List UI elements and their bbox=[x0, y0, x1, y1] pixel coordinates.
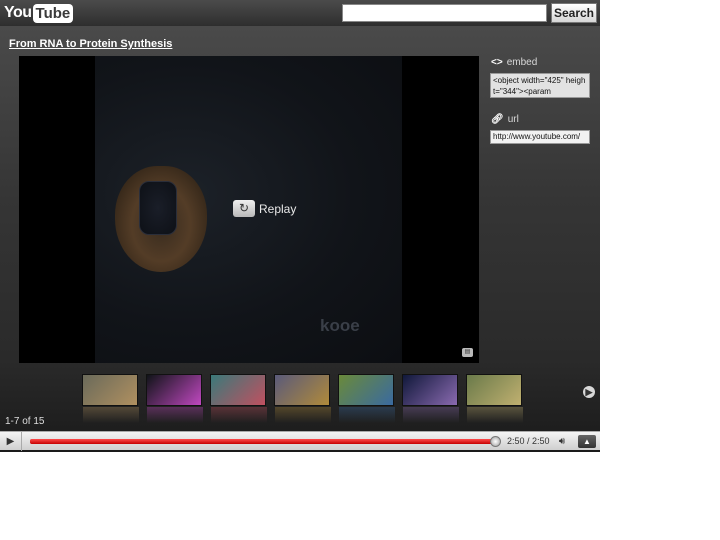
replay-icon: ↻ bbox=[233, 200, 255, 217]
thumbnail-reflection bbox=[339, 407, 395, 423]
top-bar: You Tube Search bbox=[0, 0, 600, 26]
video-title-link[interactable]: From RNA to Protein Synthesis bbox=[9, 38, 172, 50]
volume-icon[interactable]: 🔊︎ bbox=[553, 435, 571, 448]
thumbnail-7[interactable] bbox=[466, 374, 523, 423]
search-input[interactable] bbox=[342, 4, 547, 22]
play-button[interactable]: ▶ bbox=[0, 432, 22, 451]
replay-label: Replay bbox=[259, 201, 297, 216]
logo-tube: Tube bbox=[32, 3, 74, 23]
url-field[interactable]: http://www.youtube.com/ bbox=[490, 130, 590, 144]
thumbnail-reflection bbox=[275, 407, 331, 423]
url-label: url bbox=[507, 114, 519, 125]
search-button[interactable]: Search bbox=[551, 3, 597, 23]
control-bar: ▶ 2:50 / 2:50 🔊︎ ▲ bbox=[0, 431, 600, 451]
thumbnail-reflection bbox=[211, 407, 267, 423]
youtube-logo[interactable]: You Tube bbox=[4, 2, 74, 24]
code-icon: <> bbox=[491, 57, 503, 68]
url-heading: 🔗︎ url bbox=[491, 114, 519, 125]
next-arrow-icon[interactable]: ▶ bbox=[583, 386, 595, 398]
thumbnail-1[interactable] bbox=[82, 374, 139, 423]
thumbnail-4[interactable] bbox=[274, 374, 331, 423]
embed-label: embed bbox=[506, 57, 538, 68]
logo-you: You bbox=[4, 4, 32, 21]
progress-bar[interactable] bbox=[30, 436, 501, 447]
caption-icon[interactable]: ▤ bbox=[462, 348, 473, 357]
thumbnail-6[interactable] bbox=[402, 374, 459, 423]
channel-watermark: kooe bbox=[320, 316, 360, 335]
progress-handle[interactable] bbox=[490, 436, 501, 447]
thumbnail-reflection bbox=[467, 407, 523, 423]
related-videos-strip bbox=[82, 374, 532, 424]
thumbnail-reflection bbox=[403, 407, 459, 423]
related-count: 1-7 of 15 bbox=[5, 416, 45, 427]
embed-code-field[interactable]: <object width="425" height="344"><param bbox=[490, 73, 590, 98]
fullscreen-icon[interactable]: ▲ bbox=[578, 435, 596, 448]
play-icon: ▶ bbox=[6, 436, 15, 447]
time-display: 2:50 / 2:50 bbox=[507, 436, 550, 446]
thumbnail-reflection bbox=[147, 407, 203, 423]
progress-fill bbox=[30, 439, 496, 444]
thumbnail-reflection bbox=[83, 407, 139, 423]
link-icon: 🔗︎ bbox=[491, 114, 504, 125]
embed-heading: <> embed bbox=[491, 57, 537, 68]
thumbnail-2[interactable] bbox=[146, 374, 203, 423]
replay-button[interactable]: ↻ Replay bbox=[233, 200, 296, 217]
thumbnail-5[interactable] bbox=[338, 374, 395, 423]
video-player: You Tube Search From RNA to Protein Synt… bbox=[0, 0, 600, 452]
video-screen[interactable]: kooe ↻ Replay ▤ bbox=[19, 56, 479, 363]
ribosome-core-image bbox=[139, 181, 177, 235]
thumbnail-3[interactable] bbox=[210, 374, 267, 423]
